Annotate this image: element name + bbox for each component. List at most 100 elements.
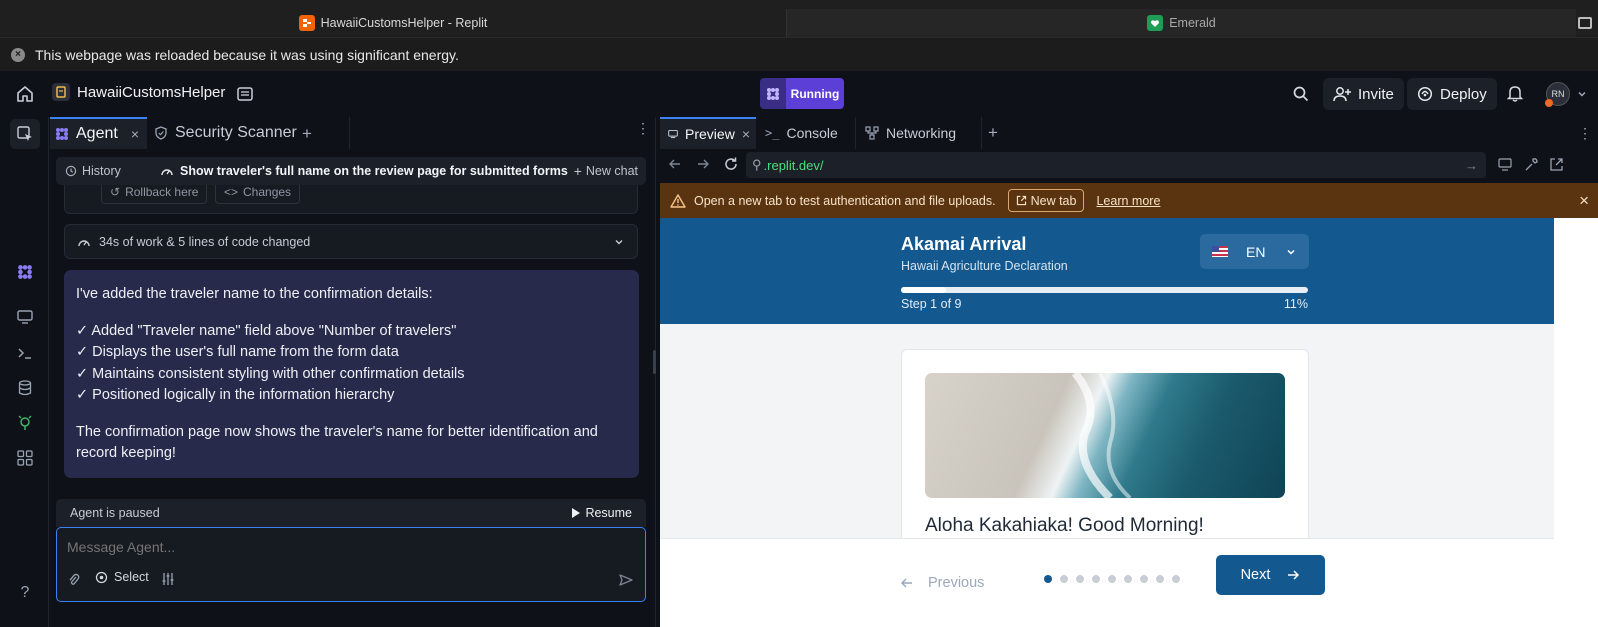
select-element-button[interactable]: Select bbox=[95, 570, 149, 584]
deploy-button[interactable]: Deploy bbox=[1407, 78, 1497, 110]
tab-console-label: Console bbox=[786, 125, 838, 141]
emerald-favicon-icon bbox=[1147, 15, 1164, 31]
reload-notice-bar: × This webpage was reloaded because it w… bbox=[0, 38, 1598, 71]
tab-security-scanner-label: Security Scanner bbox=[175, 124, 297, 141]
site-header: Akamai Arrival Hawaii Agriculture Declar… bbox=[660, 218, 1554, 324]
tab-preview[interactable]: Preview × bbox=[660, 117, 756, 149]
step-dot[interactable] bbox=[1124, 575, 1132, 583]
us-flag-icon bbox=[1212, 246, 1228, 257]
pane-menu-icon[interactable]: ⋮ bbox=[1578, 125, 1592, 142]
wrench-icon bbox=[1525, 158, 1538, 171]
close-banner-icon[interactable]: × bbox=[1579, 191, 1589, 211]
search-button[interactable] bbox=[1292, 85, 1310, 103]
url-text: .replit.dev/ bbox=[763, 157, 824, 173]
next-label: Next bbox=[1240, 567, 1271, 583]
preview-tool-icon[interactable] bbox=[15, 307, 35, 327]
agent-message: I've added the traveler name to the conf… bbox=[64, 270, 639, 478]
warning-icon bbox=[670, 193, 686, 208]
open-url-icon[interactable]: → bbox=[1465, 158, 1478, 173]
console-tool-icon[interactable] bbox=[15, 343, 35, 363]
tab-agent[interactable]: Agent × bbox=[50, 117, 147, 149]
step-dot[interactable] bbox=[1172, 575, 1180, 583]
arrow-right-icon bbox=[698, 159, 709, 169]
plus-icon: + bbox=[573, 163, 582, 179]
devices-button[interactable] bbox=[1498, 158, 1514, 171]
step-dot[interactable] bbox=[1140, 575, 1148, 583]
database-tool-icon[interactable] bbox=[15, 378, 35, 398]
send-button[interactable] bbox=[615, 569, 637, 591]
step-dot[interactable] bbox=[1092, 575, 1100, 583]
message-composer: Select bbox=[56, 527, 646, 602]
network-icon bbox=[865, 126, 879, 140]
step-dot[interactable] bbox=[1076, 575, 1084, 583]
resume-label: Resume bbox=[585, 506, 632, 520]
tab-networking[interactable]: Networking bbox=[860, 117, 982, 149]
external-link-icon bbox=[1016, 195, 1026, 206]
forward-button[interactable] bbox=[696, 157, 710, 171]
tab-console[interactable]: >_ Console bbox=[760, 117, 856, 149]
previous-button[interactable]: Previous bbox=[900, 564, 984, 601]
project-name: HawaiiCustomsHelper bbox=[77, 83, 226, 101]
message-input[interactable] bbox=[67, 536, 627, 558]
run-status-label: Running bbox=[786, 78, 844, 109]
new-chat-button[interactable]: + New chat bbox=[574, 163, 638, 179]
step-dot[interactable] bbox=[1156, 575, 1164, 583]
account-menu-button[interactable]: RN bbox=[1545, 82, 1587, 107]
browser-tab-title: Emerald bbox=[1169, 16, 1216, 30]
stop-icon bbox=[760, 78, 786, 109]
attach-button[interactable] bbox=[67, 573, 81, 587]
preview-url-bar: ⚲ .replit.dev/ → bbox=[656, 149, 1598, 181]
close-tab-icon[interactable]: × bbox=[742, 126, 750, 142]
back-button[interactable] bbox=[668, 157, 682, 171]
resume-button[interactable]: Resume bbox=[571, 506, 632, 520]
workspace-layout-button[interactable] bbox=[236, 85, 254, 103]
history-button[interactable]: History bbox=[56, 164, 160, 178]
agent-tool-icon[interactable] bbox=[15, 262, 35, 282]
progress-percent: 11% bbox=[1283, 297, 1308, 311]
help-icon[interactable]: ? bbox=[15, 583, 35, 603]
replit-favicon-icon bbox=[298, 15, 315, 31]
browser-tab-emerald[interactable]: Emerald bbox=[786, 9, 1576, 37]
step-dot[interactable] bbox=[1108, 575, 1116, 583]
notifications-button[interactable] bbox=[1507, 84, 1523, 102]
browser-tab-replit[interactable]: HawaiiCustomsHelper - Replit bbox=[0, 9, 786, 37]
run-status-button[interactable]: Running bbox=[760, 78, 844, 109]
devices-icon bbox=[1498, 158, 1512, 171]
step-dot[interactable] bbox=[1044, 575, 1052, 583]
preview-scrollbar[interactable] bbox=[1554, 218, 1598, 627]
project-name-button[interactable]: HawaiiCustomsHelper bbox=[52, 83, 225, 101]
next-button[interactable]: Next bbox=[1216, 555, 1325, 595]
tab-security-scanner[interactable]: Security Scanner bbox=[150, 117, 350, 149]
secrets-tool-icon[interactable] bbox=[15, 413, 35, 433]
settings-sliders-button[interactable] bbox=[161, 572, 175, 586]
new-chat-label: New chat bbox=[585, 164, 638, 178]
dismiss-notice-icon[interactable]: × bbox=[11, 47, 25, 62]
panel-menu-icon[interactable]: ⋮ bbox=[636, 121, 650, 135]
rail-active-tool[interactable] bbox=[10, 119, 40, 149]
agent-paused-bar: Agent is paused Resume bbox=[56, 499, 646, 527]
learn-more-link[interactable]: Learn more bbox=[1096, 194, 1160, 208]
panel-resize-handle[interactable] bbox=[653, 350, 656, 374]
files-cursor-icon bbox=[17, 126, 32, 141]
home-button[interactable] bbox=[15, 84, 35, 104]
agent-panel: Agent × Security Scanner + ⋮ ↺ Rollback … bbox=[50, 117, 653, 627]
history-icon bbox=[65, 165, 77, 177]
tab-overflow-icon[interactable] bbox=[1578, 17, 1592, 29]
language-selector[interactable]: EN bbox=[1200, 234, 1309, 269]
all-tools-icon[interactable] bbox=[15, 448, 35, 468]
url-field[interactable]: ⚲ .replit.dev/ → bbox=[746, 152, 1486, 178]
open-new-window-button[interactable] bbox=[1549, 157, 1564, 172]
invite-button[interactable]: Invite bbox=[1323, 78, 1404, 110]
add-tab-button[interactable]: + bbox=[302, 124, 312, 144]
reload-button[interactable] bbox=[723, 156, 739, 172]
message-bullet: ✓ Positioned logically in the informatio… bbox=[76, 387, 395, 403]
history-label: History bbox=[82, 164, 121, 178]
chevron-down-icon bbox=[1578, 92, 1586, 97]
new-tab-button[interactable]: New tab bbox=[1007, 189, 1085, 212]
close-tab-icon[interactable]: × bbox=[131, 126, 139, 142]
add-tab-button[interactable]: + bbox=[988, 123, 998, 143]
work-summary-row[interactable]: 34s of work & 5 lines of code changed bbox=[64, 224, 638, 259]
devtools-button[interactable] bbox=[1524, 157, 1539, 172]
step-dot[interactable] bbox=[1060, 575, 1068, 583]
auth-warning-banner: Open a new tab to test authentication an… bbox=[660, 183, 1598, 218]
